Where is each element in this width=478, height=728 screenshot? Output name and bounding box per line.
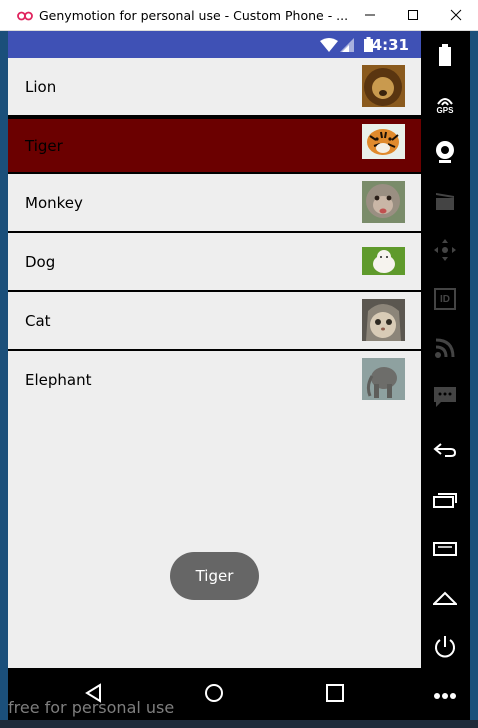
nav-home-button[interactable]	[199, 678, 229, 708]
animal-list[interactable]: Lion Tiger Monkey Dog Cat Elephant	[8, 58, 421, 408]
monkey-photo	[362, 181, 405, 223]
list-item-label: Cat	[25, 311, 51, 330]
maximize-icon	[408, 10, 419, 20]
side-recent-apps-button[interactable]	[429, 484, 461, 516]
video-icon	[436, 193, 454, 210]
dog-photo	[362, 247, 405, 275]
status-time: 4:31	[371, 36, 409, 54]
home-icon	[205, 684, 223, 702]
gps-widget-button[interactable]: GPS	[429, 88, 461, 120]
android-statusbar: 4:31	[8, 31, 421, 58]
watermark-text: free for personal use	[8, 698, 175, 717]
back-icon	[433, 443, 457, 457]
elephant-photo	[362, 358, 405, 400]
close-icon	[450, 9, 462, 21]
list-item[interactable]: Monkey	[8, 174, 421, 231]
window-titlebar[interactable]: Genymotion for personal use - Custom Pho…	[0, 0, 478, 31]
sms-icon	[434, 387, 456, 407]
battery-icon	[439, 44, 451, 66]
window-frame-left	[0, 31, 8, 720]
side-menu-button[interactable]	[429, 533, 461, 565]
home-icon	[433, 591, 457, 605]
list-item[interactable]: Cat	[8, 292, 421, 349]
list-item-label: Elephant	[25, 370, 92, 389]
webcam-widget-button[interactable]	[429, 136, 461, 168]
power-icon	[435, 636, 455, 658]
genymotion-toolbar: GPS ID	[421, 31, 470, 720]
sms-widget-button[interactable]	[429, 381, 461, 413]
more-icon	[434, 693, 456, 699]
minimize-icon	[364, 14, 375, 16]
genymotion-logo-icon	[17, 9, 33, 21]
id-widget-button[interactable]: ID	[429, 283, 461, 315]
side-more-button[interactable]	[429, 680, 461, 712]
rss-icon	[435, 338, 455, 358]
gps-label: GPS	[436, 105, 454, 115]
window-frame-right	[470, 31, 478, 720]
list-item-label: Lion	[25, 77, 57, 96]
video-widget-button[interactable]	[429, 185, 461, 217]
move-widget-button[interactable]	[429, 234, 461, 266]
wifi-icon	[320, 38, 338, 52]
menu-icon	[433, 542, 457, 556]
side-home-button[interactable]	[429, 582, 461, 614]
id-icon: ID	[434, 288, 456, 310]
side-power-button[interactable]	[429, 631, 461, 663]
list-item-label: Tiger	[25, 136, 63, 155]
signal-icon	[340, 38, 354, 52]
gps-icon	[437, 97, 453, 106]
list-item[interactable]: Lion	[8, 58, 421, 115]
tiger-photo	[362, 124, 405, 166]
rss-widget-button[interactable]	[429, 332, 461, 364]
recent-apps-icon	[433, 493, 457, 508]
phone-screen: 4:31 Lion Tiger Monkey Dog Cat Elephant …	[8, 31, 421, 668]
genymotion-window: Genymotion for personal use - Custom Pho…	[0, 0, 478, 728]
close-button[interactable]	[435, 0, 478, 31]
nav-recents-button[interactable]	[320, 678, 350, 708]
maximize-button[interactable]	[391, 0, 434, 31]
side-back-button[interactable]	[429, 434, 461, 466]
webcam-icon	[436, 141, 454, 163]
window-title: Genymotion for personal use - Custom Pho…	[39, 7, 349, 23]
recents-icon	[326, 684, 344, 702]
minimize-button[interactable]	[348, 0, 391, 31]
cat-photo	[362, 299, 405, 341]
move-icon	[434, 239, 456, 261]
list-item-label: Monkey	[25, 193, 83, 212]
lion-photo	[362, 65, 405, 107]
list-item-label: Dog	[25, 252, 56, 271]
battery-widget-button[interactable]	[429, 39, 461, 71]
list-item[interactable]: Dog	[8, 233, 421, 290]
list-item[interactable]: Elephant	[8, 351, 421, 408]
list-item-selected[interactable]: Tiger	[8, 117, 421, 174]
window-frame-bottom	[0, 720, 478, 728]
toast-message: Tiger	[170, 552, 259, 600]
